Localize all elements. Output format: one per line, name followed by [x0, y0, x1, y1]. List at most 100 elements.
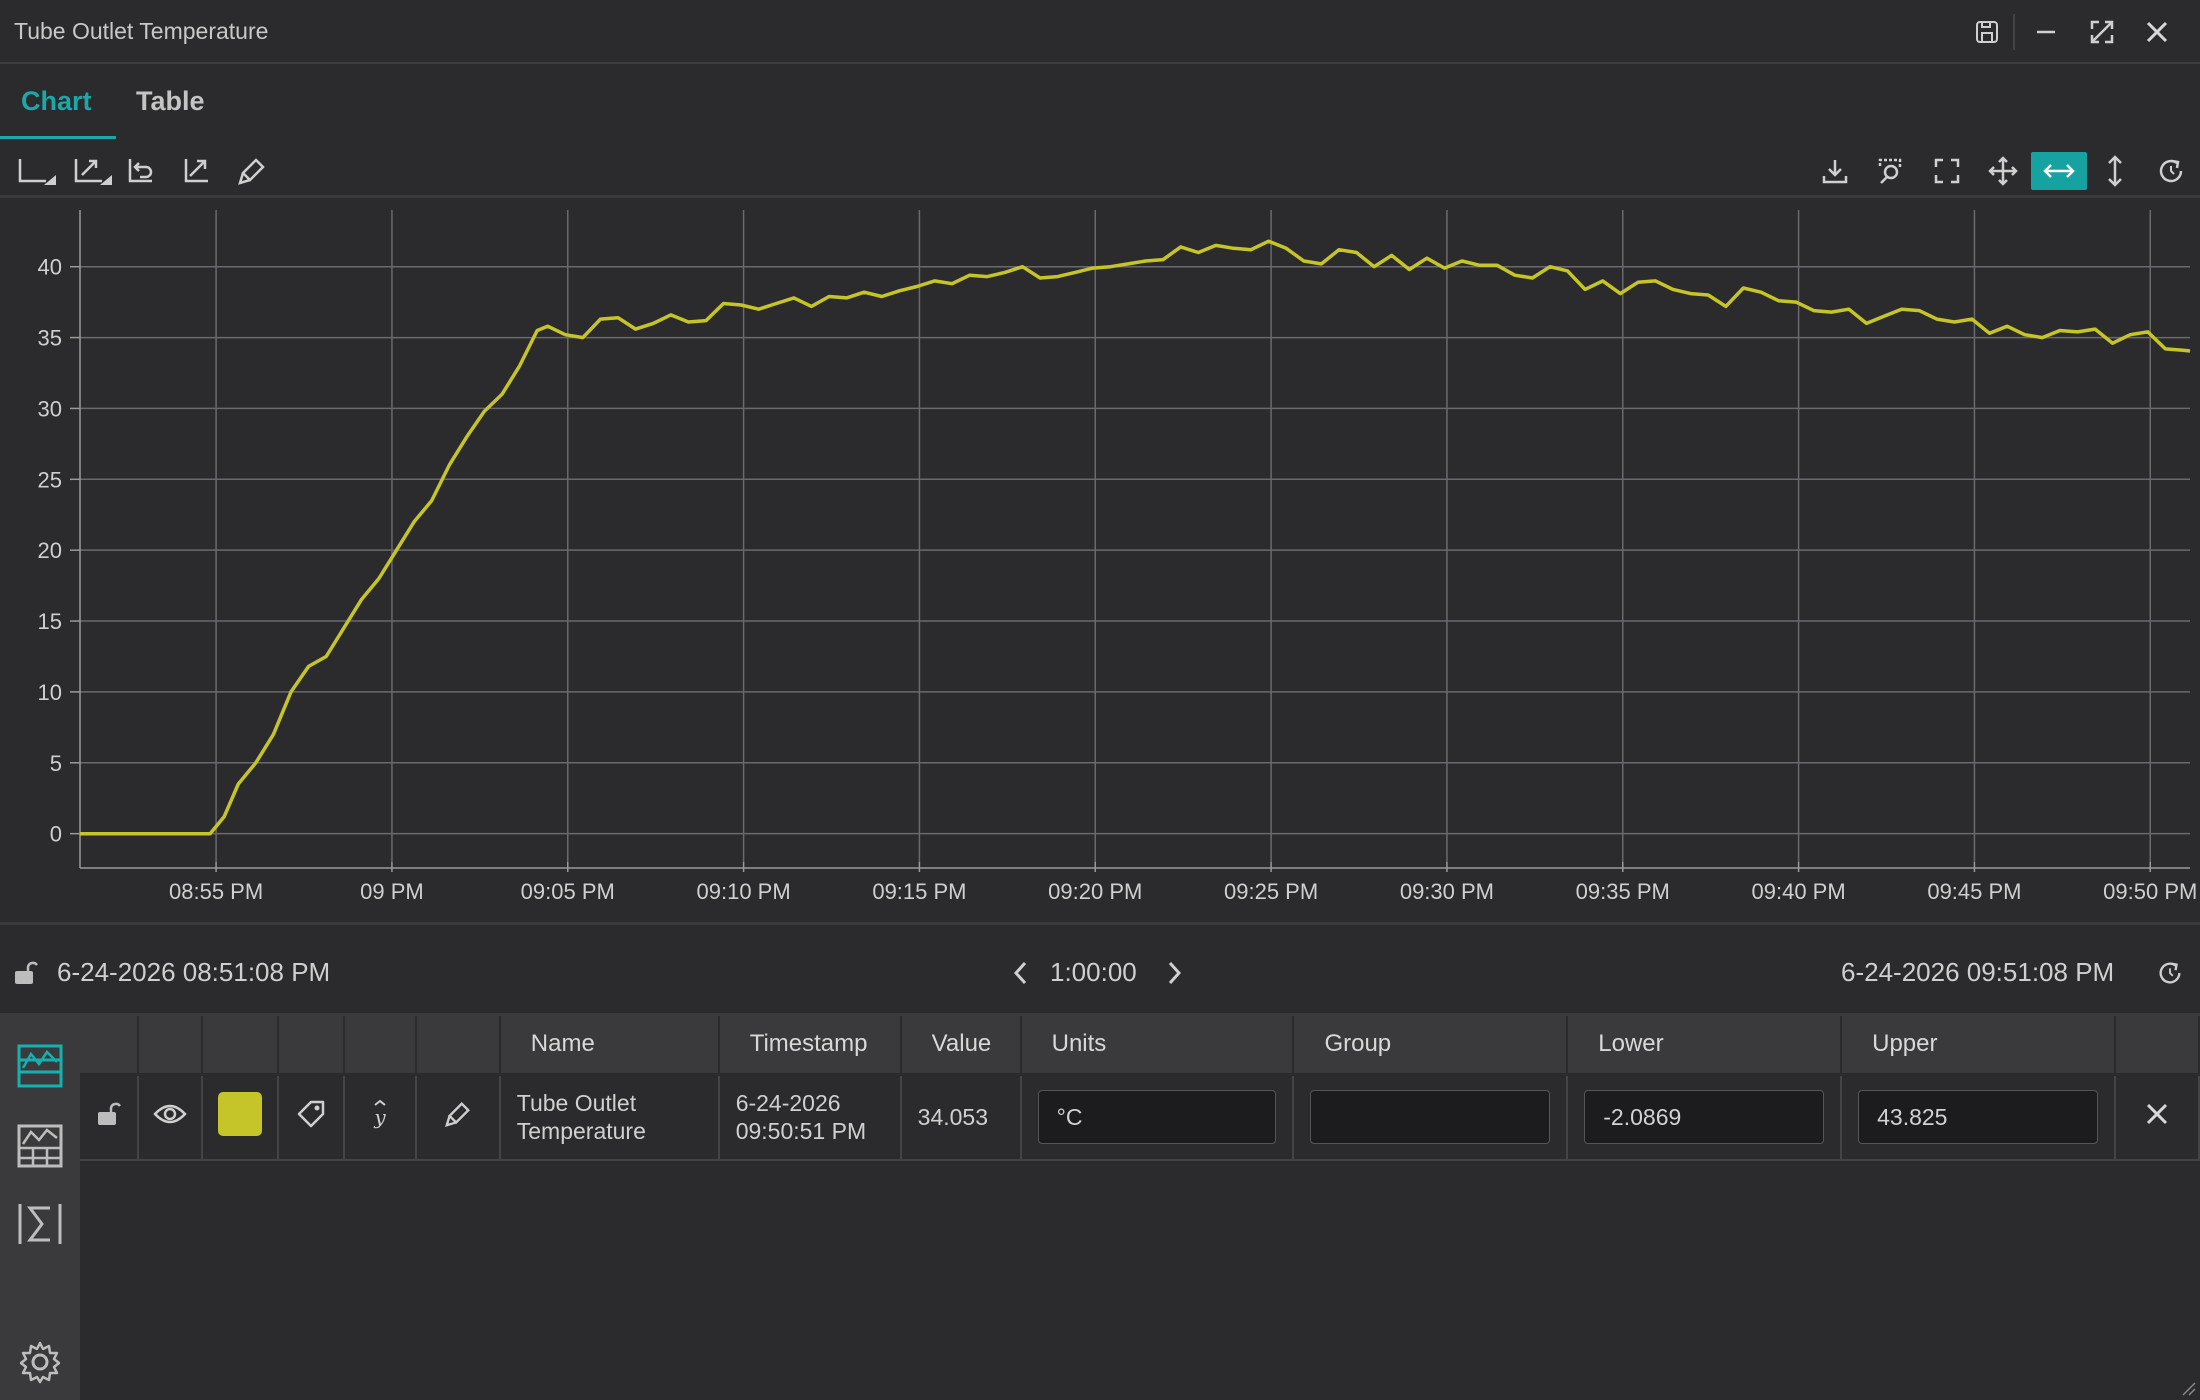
- series-line[interactable]: [80, 239, 2191, 836]
- x-tick-label: 09:45 PM: [1927, 879, 2021, 904]
- zoom-select-icon[interactable]: [1867, 152, 1915, 190]
- save-icon[interactable]: [1967, 12, 2007, 52]
- remove-series-icon[interactable]: [2143, 1100, 2171, 1128]
- range-duration[interactable]: 1:00:00: [1050, 957, 1137, 988]
- row-timestamp-line2: 09:50:51 PM: [735, 1118, 867, 1145]
- tab-bar: Chart Table: [0, 66, 2200, 140]
- row-remove-cell[interactable]: [2114, 1074, 2200, 1161]
- title-bar: Tube Outlet Temperature: [0, 0, 2200, 64]
- header-axis: [343, 1016, 417, 1076]
- refresh-range-icon[interactable]: [2156, 959, 2184, 987]
- pan-icon[interactable]: [1979, 152, 2027, 190]
- header-visibility: [137, 1016, 203, 1076]
- table-row: y Tube Outlet Temperature 6-24-2026 09:5…: [80, 1074, 2200, 1161]
- chart-grid-icon[interactable]: [10, 1116, 70, 1176]
- row-timestamp-line1: 6-24-2026: [735, 1090, 841, 1117]
- units-field[interactable]: °C: [1037, 1090, 1277, 1145]
- sigma-icon[interactable]: [10, 1194, 70, 1254]
- row-upper-cell: 43.825: [1841, 1074, 2116, 1161]
- header-lock: [80, 1016, 139, 1076]
- chevron-left-icon[interactable]: [1010, 959, 1032, 987]
- x-tick-label: 09:15 PM: [872, 879, 966, 904]
- tab-table[interactable]: Table: [136, 86, 205, 117]
- series-table: Name Timestamp Value Units Group Lower U…: [80, 1016, 2200, 1161]
- vertical-pan-icon[interactable]: [2091, 152, 2139, 190]
- row-name-line2: Temperature: [516, 1118, 646, 1145]
- horizontal-pan-icon[interactable]: [2031, 152, 2087, 190]
- x-tick-label: 09:50 PM: [2103, 879, 2197, 904]
- header-group[interactable]: Group: [1293, 1016, 1569, 1076]
- trend-icon[interactable]: [172, 152, 220, 190]
- range-start[interactable]: 6-24-2026 08:51:08 PM: [57, 957, 330, 988]
- x-tick-label: 09:40 PM: [1752, 879, 1846, 904]
- series-color-swatch[interactable]: [217, 1092, 262, 1137]
- x-tick-label: 09:10 PM: [697, 879, 791, 904]
- lower-field[interactable]: -2.0869: [1584, 1090, 1825, 1145]
- range-end[interactable]: 6-24-2026 09:51:08 PM: [1841, 957, 2114, 988]
- row-axis-cell[interactable]: y: [343, 1074, 417, 1161]
- y-tick-label: 15: [38, 609, 62, 634]
- y-tick-label: 5: [50, 751, 62, 776]
- header-units[interactable]: Units: [1020, 1016, 1295, 1076]
- table-header-row: Name Timestamp Value Units Group Lower U…: [80, 1016, 2200, 1076]
- minimize-icon[interactable]: [2026, 12, 2066, 52]
- header-lower[interactable]: Lower: [1567, 1016, 1843, 1076]
- header-timestamp[interactable]: Timestamp: [718, 1016, 902, 1076]
- row-visibility-cell[interactable]: [137, 1074, 203, 1161]
- window-title: Tube Outlet Temperature: [14, 18, 269, 44]
- svg-text:y: y: [373, 1105, 386, 1129]
- series-table-area: Name Timestamp Value Units Group Lower U…: [80, 1016, 2200, 1400]
- fullscreen-icon[interactable]: [1923, 152, 1971, 190]
- close-icon[interactable]: [2137, 12, 2177, 52]
- maximize-icon[interactable]: [2082, 12, 2122, 52]
- x-tick-label: 08:55 PM: [169, 879, 263, 904]
- row-timestamp: 6-24-2026 09:50:51 PM: [718, 1074, 902, 1161]
- x-tick-label: 09:05 PM: [521, 879, 615, 904]
- header-upper[interactable]: Upper: [1841, 1016, 2116, 1076]
- row-name: Tube Outlet Temperature: [499, 1074, 720, 1161]
- gear-icon[interactable]: [10, 1332, 70, 1392]
- x-tick-label: 09:30 PM: [1400, 879, 1494, 904]
- group-field[interactable]: [1310, 1090, 1551, 1145]
- row-lower-cell: -2.0869: [1567, 1074, 1843, 1161]
- time-range-bar: 6-24-2026 08:51:08 PM 1:00:00 6-24-2026 …: [0, 922, 2200, 1016]
- autoscale-icon[interactable]: [68, 152, 116, 190]
- brush-icon[interactable]: [228, 152, 276, 190]
- brush-icon[interactable]: [443, 1099, 473, 1129]
- x-tick-label: 09:35 PM: [1576, 879, 1670, 904]
- header-remove: [2114, 1016, 2200, 1076]
- upper-field[interactable]: 43.825: [1858, 1090, 2098, 1145]
- refresh-icon[interactable]: [2147, 152, 2195, 190]
- row-tag-cell[interactable]: [277, 1074, 345, 1161]
- row-style-cell[interactable]: [415, 1074, 501, 1161]
- undo-zoom-icon[interactable]: [116, 152, 164, 190]
- series-panel-icon[interactable]: [10, 1036, 70, 1096]
- axis-icon[interactable]: [12, 152, 60, 190]
- x-tick-label: 09:25 PM: [1224, 879, 1318, 904]
- row-units-cell: °C: [1020, 1074, 1295, 1161]
- row-color-cell[interactable]: [201, 1074, 279, 1161]
- y-tick-label: 0: [50, 822, 62, 847]
- header-color: [201, 1016, 279, 1076]
- resize-grip-icon[interactable]: [2180, 1380, 2196, 1396]
- chevron-right-icon[interactable]: [1163, 959, 1185, 987]
- header-style: [415, 1016, 501, 1076]
- chart-toolbar: [0, 150, 2200, 198]
- row-group-cell: [1293, 1074, 1569, 1161]
- unlock-icon[interactable]: [95, 1100, 122, 1128]
- titlebar-separator: [2013, 14, 2015, 50]
- tab-chart[interactable]: Chart: [21, 86, 92, 117]
- active-tab-indicator: [0, 136, 116, 139]
- x-tick-label: 09:20 PM: [1048, 879, 1142, 904]
- y-hat-icon[interactable]: y: [368, 1098, 392, 1130]
- row-lock-cell[interactable]: [80, 1074, 139, 1161]
- header-tag: [277, 1016, 345, 1076]
- temperature-chart[interactable]: 0 5 10 15 20 25 30 35 40 08:55 PM 09 PM 09:05 PM 09:…: [0, 202, 2200, 922]
- eye-icon[interactable]: [153, 1102, 187, 1126]
- download-icon[interactable]: [1811, 152, 1859, 190]
- y-tick-label: 35: [38, 326, 62, 351]
- unlock-icon[interactable]: [12, 959, 38, 987]
- header-value[interactable]: Value: [900, 1016, 1022, 1076]
- tag-icon[interactable]: [295, 1098, 327, 1130]
- header-name[interactable]: Name: [499, 1016, 720, 1076]
